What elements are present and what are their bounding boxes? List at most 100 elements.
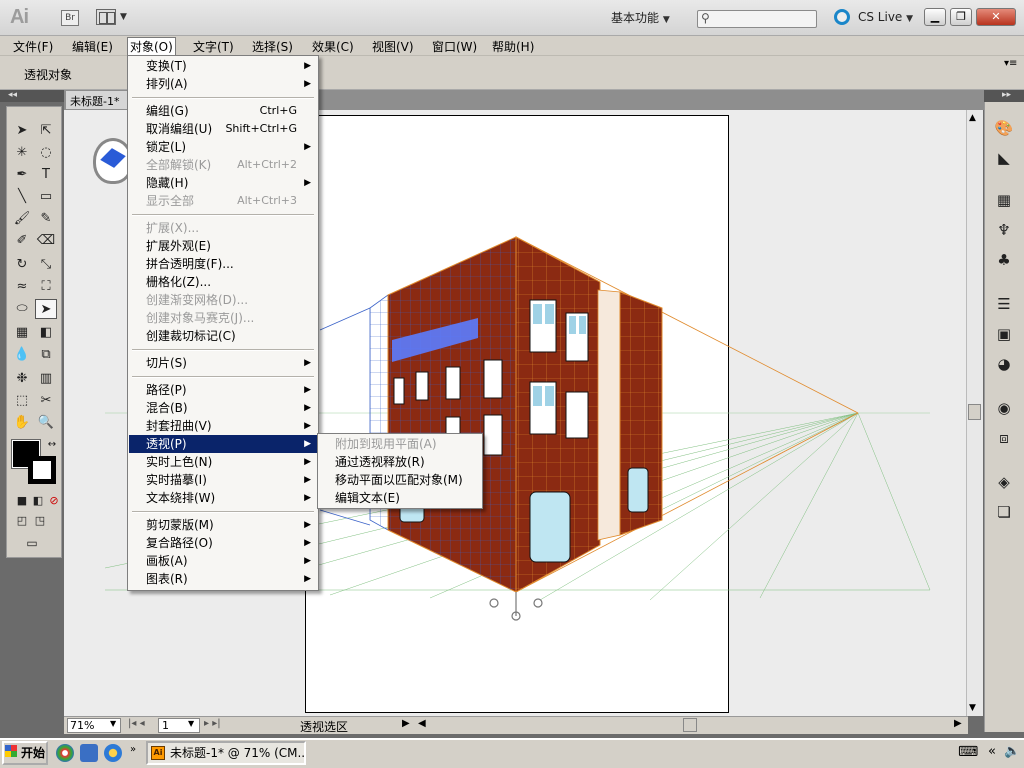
- swatches-panel-icon[interactable]: ▦: [993, 190, 1015, 210]
- menu-window[interactable]: 窗口(W): [432, 38, 477, 55]
- blend-tool-icon[interactable]: ⧉: [35, 345, 57, 365]
- menu-item-live-paint[interactable]: 实时上色(N) ▶: [129, 453, 317, 471]
- menu-item-compound-path[interactable]: 复合路径(O) ▶: [129, 534, 317, 552]
- keyboard-icon[interactable]: ⌨: [958, 744, 978, 760]
- menu-item-create-trim-marks[interactable]: 创建裁切标记(C): [129, 327, 317, 345]
- graphic-styles-panel-icon[interactable]: ⧈: [993, 428, 1015, 448]
- swap-colors-icon[interactable]: ↔: [41, 435, 63, 455]
- scroll-right-icon[interactable]: ▶: [954, 718, 962, 729]
- panel-menu-icon[interactable]: ▾≡: [1004, 58, 1017, 69]
- menu-edit[interactable]: 编辑(E): [72, 38, 113, 55]
- brushes-panel-icon[interactable]: ♆: [993, 220, 1015, 240]
- close-button[interactable]: ✕: [976, 8, 1016, 26]
- vertical-scroll-thumb[interactable]: [968, 404, 981, 420]
- type-tool-icon[interactable]: T: [35, 165, 57, 185]
- explorer-icon[interactable]: [80, 744, 98, 762]
- submenu-item-release-with-perspective[interactable]: 通过透视释放(R): [319, 453, 481, 471]
- gradient-panel-icon[interactable]: ▣: [993, 324, 1015, 344]
- eyedropper-tool-icon[interactable]: 💧: [11, 345, 33, 365]
- menu-item-perspective[interactable]: 透视(P) ▶: [129, 435, 317, 453]
- slice-tool-icon[interactable]: ✂: [35, 391, 57, 411]
- none-mode-icon[interactable]: ⊘: [43, 491, 65, 511]
- stroke-panel-icon[interactable]: ☰: [993, 294, 1015, 314]
- line-tool-icon[interactable]: ╲: [11, 187, 33, 207]
- zoom-dropdown-icon[interactable]: ▼: [110, 719, 116, 728]
- menu-item-envelope-distort[interactable]: 封套扭曲(V) ▶: [129, 417, 317, 435]
- selection-tool-icon[interactable]: ➤: [11, 121, 33, 141]
- scroll-left-icon[interactable]: ◀: [418, 718, 426, 729]
- column-graph-tool-icon[interactable]: ▥: [35, 369, 57, 389]
- menu-item-arrange[interactable]: 排列(A) ▶: [129, 75, 317, 93]
- menu-item-clipping-mask[interactable]: 剪切蒙版(M) ▶: [129, 516, 317, 534]
- shape-builder-tool-icon[interactable]: ⬭: [11, 299, 33, 319]
- horizontal-scroll-thumb[interactable]: [683, 718, 697, 732]
- menu-item-graph[interactable]: 图表(R) ▶: [129, 570, 317, 588]
- menu-item-path[interactable]: 路径(P) ▶: [129, 381, 317, 399]
- direct-selection-tool-icon[interactable]: ⇱: [35, 121, 57, 141]
- menu-item-blend[interactable]: 混合(B) ▶: [129, 399, 317, 417]
- pen-tool-icon[interactable]: ✒: [11, 165, 33, 185]
- symbols-panel-icon[interactable]: ♣: [993, 250, 1015, 270]
- menu-item-lock[interactable]: 锁定(L) ▶: [129, 138, 317, 156]
- color-panel-icon[interactable]: 🎨: [993, 118, 1015, 138]
- hand-tool-icon[interactable]: ✋: [11, 413, 33, 433]
- symbol-sprayer-tool-icon[interactable]: ❉: [11, 369, 33, 389]
- menu-type[interactable]: 文字(T): [193, 38, 234, 55]
- menu-file[interactable]: 文件(F): [13, 38, 53, 55]
- chevron-down-icon[interactable]: ▼: [120, 12, 127, 22]
- artboard-dropdown-icon[interactable]: ▼: [188, 719, 194, 728]
- appearance-panel-icon[interactable]: ◉: [993, 398, 1015, 418]
- first-artboard-icon[interactable]: |◂ ◂: [128, 718, 145, 729]
- layers-panel-icon[interactable]: ◈: [993, 472, 1015, 492]
- warp-tool-icon[interactable]: ≈: [11, 277, 33, 297]
- cs-live-button[interactable]: CS Live ▼: [858, 10, 913, 24]
- menu-item-hide[interactable]: 隐藏(H) ▶: [129, 174, 317, 192]
- menu-object[interactable]: 对象(O): [127, 37, 176, 56]
- pencil-tool-icon[interactable]: ✎: [35, 209, 57, 229]
- menu-select[interactable]: 选择(S): [252, 38, 293, 55]
- transparency-panel-icon[interactable]: ◕: [993, 354, 1015, 374]
- menu-item-flatten-transparency[interactable]: 拼合透明度(F)...: [129, 255, 317, 273]
- menu-item-artboards[interactable]: 画板(A) ▶: [129, 552, 317, 570]
- minimize-button[interactable]: ▁: [924, 8, 946, 26]
- submenu-item-edit-text[interactable]: 编辑文本(E): [319, 489, 481, 507]
- quicklaunch-more-icon[interactable]: »: [130, 744, 136, 755]
- menu-item-group[interactable]: 编组(G) Ctrl+G: [129, 102, 317, 120]
- menu-item-text-wrap[interactable]: 文本绕排(W) ▶: [129, 489, 317, 507]
- menu-view[interactable]: 视图(V): [372, 38, 414, 55]
- submenu-item-move-plane-to-match-object[interactable]: 移动平面以匹配对象(M): [319, 471, 481, 489]
- blob-brush-tool-icon[interactable]: ✐: [11, 231, 33, 251]
- screen-mode-icon[interactable]: ▭: [21, 533, 43, 553]
- paintbrush-tool-icon[interactable]: 🖌: [11, 209, 33, 229]
- last-artboard-icon[interactable]: ▸ ▸|: [204, 718, 221, 729]
- artboard-tool-icon[interactable]: ⬚: [11, 391, 33, 411]
- menu-item-ungroup[interactable]: 取消编组(U) Shift+Ctrl+G: [129, 120, 317, 138]
- menu-effect[interactable]: 效果(C): [312, 38, 354, 55]
- rectangle-tool-icon[interactable]: ▭: [35, 187, 57, 207]
- zoom-tool-icon[interactable]: 🔍: [35, 413, 57, 433]
- bridge-button[interactable]: Br: [61, 10, 79, 26]
- arrange-documents-icon[interactable]: [96, 9, 116, 25]
- magic-wand-tool-icon[interactable]: ✳: [11, 143, 33, 163]
- color-guide-panel-icon[interactable]: ◣: [993, 148, 1015, 168]
- perspective-selection-tool-icon[interactable]: ➤: [35, 299, 57, 319]
- artboards-panel-icon[interactable]: ❏: [993, 502, 1015, 522]
- draw-behind-icon[interactable]: ◳: [29, 511, 51, 531]
- expand-icon[interactable]: ▸▸: [1002, 90, 1011, 100]
- volume-icon[interactable]: 🔈: [1004, 744, 1020, 759]
- scroll-down-icon[interactable]: ▼: [969, 703, 976, 713]
- stroke-swatch[interactable]: [28, 456, 56, 484]
- rotate-tool-icon[interactable]: ↻: [11, 255, 33, 275]
- eraser-tool-icon[interactable]: ⌫: [35, 231, 57, 251]
- tray-expand-icon[interactable]: «: [988, 744, 996, 759]
- menu-item-rasterize[interactable]: 栅格化(Z)...: [129, 273, 317, 291]
- collapse-icon[interactable]: ◂◂: [8, 90, 17, 100]
- scale-tool-icon[interactable]: ⤡: [35, 255, 57, 275]
- document-tab[interactable]: 未标题-1*: [66, 91, 128, 109]
- scroll-up-icon[interactable]: ▲: [969, 113, 976, 123]
- mesh-tool-icon[interactable]: ▦: [11, 323, 33, 343]
- free-transform-tool-icon[interactable]: ⛶: [35, 277, 57, 297]
- menu-item-transform[interactable]: 变换(T) ▶: [129, 57, 317, 75]
- restore-button[interactable]: ❐: [950, 8, 972, 26]
- cs-live-icon[interactable]: [834, 9, 850, 25]
